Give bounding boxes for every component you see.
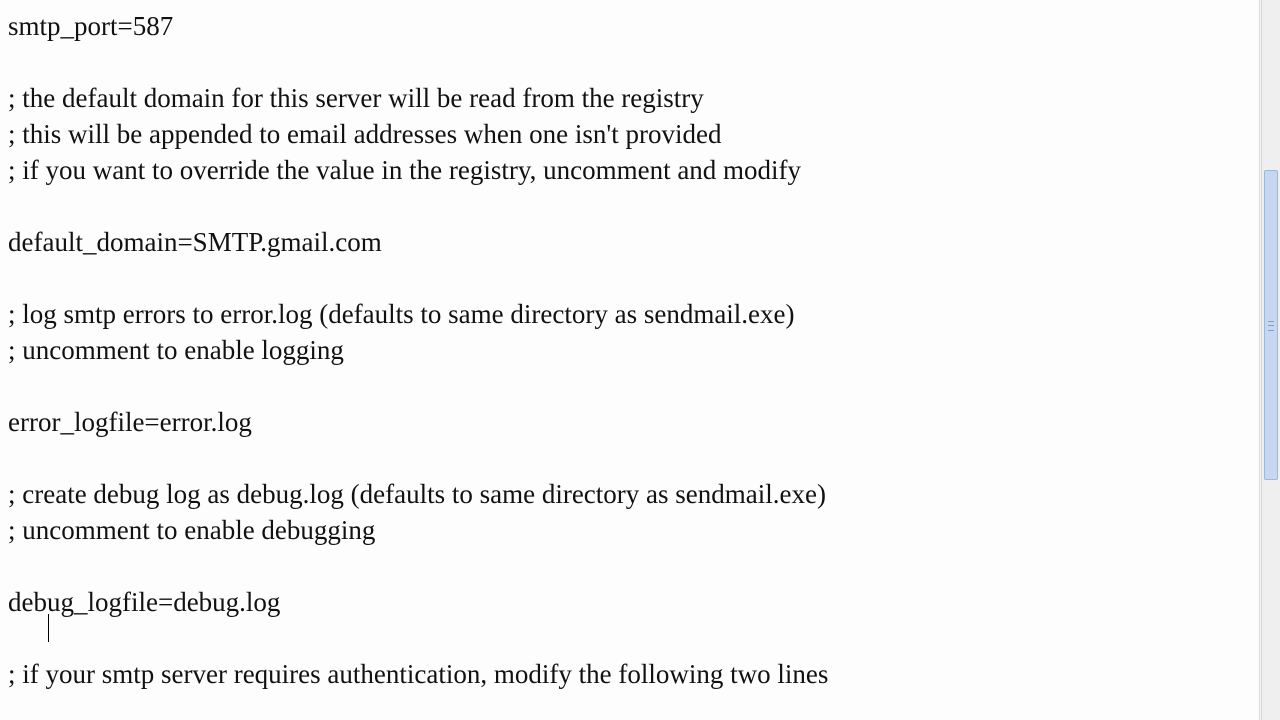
code-line: ; if your smtp server requires authentic… — [8, 656, 1253, 692]
code-line — [8, 260, 1253, 296]
code-line: ; uncomment to enable debugging — [8, 512, 1253, 548]
vertical-scrollbar-thumb[interactable] — [1264, 170, 1278, 480]
code-line: debug_logfile=debug.log — [8, 584, 1253, 620]
text-editor-content[interactable]: smtp_port=587 ; the default domain for t… — [0, 0, 1260, 720]
code-line — [8, 368, 1253, 404]
code-line — [8, 44, 1253, 80]
code-line — [8, 548, 1253, 584]
code-line: ; create debug log as debug.log (default… — [8, 476, 1253, 512]
code-line: ; this will be appended to email address… — [8, 116, 1253, 152]
code-line — [8, 620, 1253, 656]
code-line — [8, 440, 1253, 476]
vertical-scrollbar-track[interactable] — [1261, 0, 1280, 720]
code-line: ; uncomment to enable logging — [8, 332, 1253, 368]
code-line: error_logfile=error.log — [8, 404, 1253, 440]
code-line: ; if you want to override the value in t… — [8, 152, 1253, 188]
code-line: default_domain=SMTP.gmail.com — [8, 224, 1253, 260]
code-line — [8, 188, 1253, 224]
code-line: ; log smtp errors to error.log (defaults… — [8, 296, 1253, 332]
scrollbar-grip-icon — [1268, 321, 1274, 331]
code-line: ; the default domain for this server wil… — [8, 80, 1253, 116]
text-caret — [48, 614, 49, 642]
code-line: smtp_port=587 — [8, 8, 1253, 44]
